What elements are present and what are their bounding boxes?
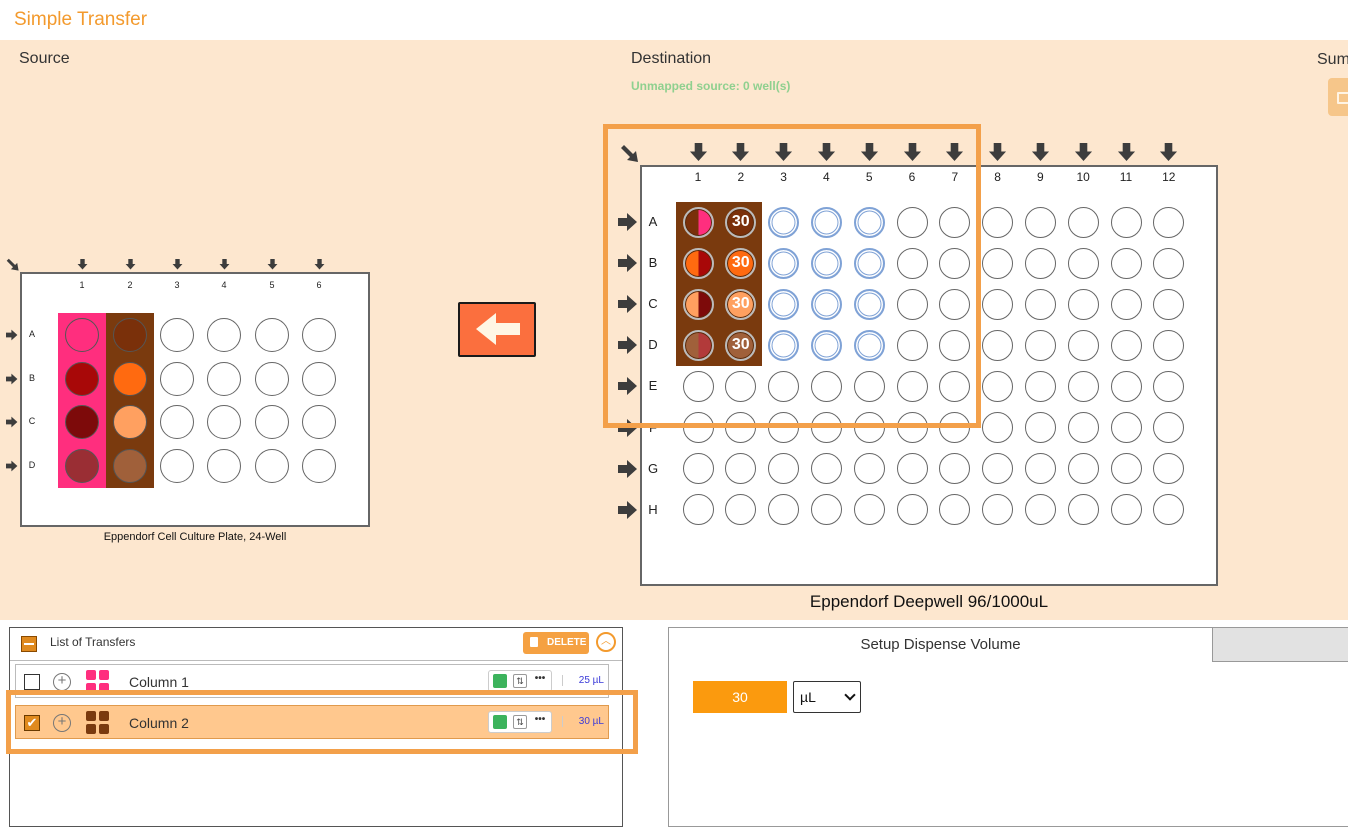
- destination-well[interactable]: [1110, 494, 1142, 526]
- destination-well[interactable]: [768, 453, 800, 485]
- destination-well[interactable]: [1067, 412, 1099, 443]
- destination-plate-name: Eppendorf Deepwell 96/1000uL: [809, 592, 1049, 611]
- destination-row-label: H: [648, 501, 658, 517]
- destination-column-number: 8: [994, 170, 1001, 184]
- destination-selection-highlight: [603, 124, 981, 428]
- column-select-arrow-icon[interactable]: [1031, 143, 1050, 162]
- destination-well[interactable]: [1153, 288, 1185, 320]
- destination-well[interactable]: [810, 494, 842, 526]
- dispense-panel: Setup Dispense Volume 30 µL: [668, 627, 1348, 827]
- selected-row-highlight: [6, 690, 638, 754]
- destination-well[interactable]: [1153, 329, 1185, 361]
- delete-button[interactable]: DELETE: [523, 632, 589, 654]
- column-select-arrow-icon[interactable]: [1117, 143, 1136, 162]
- destination-well[interactable]: [853, 494, 885, 526]
- destination-well[interactable]: [1067, 370, 1099, 402]
- trash-icon: [530, 637, 538, 647]
- destination-well[interactable]: [982, 370, 1014, 402]
- destination-well[interactable]: [810, 453, 842, 485]
- destination-well[interactable]: [896, 453, 928, 485]
- row-select-arrow-icon[interactable]: [618, 459, 638, 479]
- row-tools: ⇅ •••: [488, 670, 552, 692]
- save-icon[interactable]: [493, 674, 507, 688]
- row-checkbox[interactable]: [24, 674, 40, 690]
- add-circle-icon[interactable]: +: [53, 673, 71, 691]
- destination-well[interactable]: [1153, 247, 1185, 279]
- delete-label: DELETE: [547, 637, 587, 648]
- destination-well[interactable]: [1153, 370, 1185, 402]
- volume-input[interactable]: 30: [693, 681, 787, 713]
- destination-well[interactable]: [1067, 288, 1099, 320]
- destination-well[interactable]: [1024, 288, 1056, 320]
- tab-setup-dispense-volume[interactable]: Setup Dispense Volume: [669, 628, 1213, 662]
- destination-well[interactable]: [1110, 206, 1142, 238]
- destination-column-number: 10: [1076, 170, 1090, 184]
- destination-well[interactable]: [682, 453, 714, 485]
- destination-well[interactable]: [982, 412, 1014, 443]
- unit-select[interactable]: µL: [793, 681, 861, 713]
- unit-select-value: µL: [800, 689, 816, 705]
- destination-column-number: 11: [1119, 170, 1133, 184]
- destination-well[interactable]: [982, 288, 1014, 320]
- destination-well[interactable]: [1024, 247, 1056, 279]
- destination-well[interactable]: [1024, 412, 1056, 443]
- destination-well[interactable]: [1110, 412, 1142, 443]
- destination-well[interactable]: [1067, 247, 1099, 279]
- more-icon[interactable]: •••: [533, 673, 547, 687]
- chevron-down-icon: [844, 689, 856, 701]
- destination-well[interactable]: [1110, 329, 1142, 361]
- column-select-arrow-icon[interactable]: [1159, 143, 1178, 162]
- destination-well[interactable]: [982, 247, 1014, 279]
- tab-secondary[interactable]: [1213, 628, 1348, 662]
- column-select-arrow-icon[interactable]: [1074, 143, 1093, 162]
- destination-well[interactable]: [1024, 494, 1056, 526]
- destination-well[interactable]: [1024, 453, 1056, 485]
- transfers-title: List of Transfers: [50, 635, 136, 649]
- destination-well[interactable]: [982, 453, 1014, 485]
- collapse-list-button[interactable]: [21, 636, 37, 652]
- destination-well[interactable]: [1067, 494, 1099, 526]
- destination-well[interactable]: [1110, 288, 1142, 320]
- transfer-volume: 25 µL: [562, 675, 608, 686]
- column-select-arrow-icon[interactable]: [988, 143, 1007, 162]
- destination-well[interactable]: [1024, 370, 1056, 402]
- transfer-row-label: Column 1: [129, 674, 189, 690]
- destination-well[interactable]: [1024, 329, 1056, 361]
- destination-well[interactable]: [1110, 453, 1142, 485]
- destination-well[interactable]: [896, 494, 928, 526]
- destination-row-label: G: [647, 460, 659, 476]
- destination-well[interactable]: [853, 453, 885, 485]
- destination-well[interactable]: [1067, 329, 1099, 361]
- chevron-up-icon[interactable]: ︿: [596, 632, 616, 652]
- destination-well[interactable]: [982, 329, 1014, 361]
- row-select-arrow-icon[interactable]: [618, 500, 638, 520]
- destination-well[interactable]: [1067, 453, 1099, 485]
- destination-well[interactable]: [1067, 206, 1099, 238]
- destination-well[interactable]: [1110, 370, 1142, 402]
- transfers-header: List of Transfers DELETE ︿: [10, 628, 622, 661]
- destination-well[interactable]: [982, 206, 1014, 238]
- destination-well[interactable]: [1153, 206, 1185, 238]
- destination-well[interactable]: [1024, 206, 1056, 238]
- destination-column-number: 12: [1162, 170, 1176, 184]
- sort-icon[interactable]: ⇅: [513, 674, 527, 688]
- destination-well[interactable]: [1110, 247, 1142, 279]
- destination-column-number: 9: [1037, 170, 1044, 184]
- destination-well[interactable]: [682, 494, 714, 526]
